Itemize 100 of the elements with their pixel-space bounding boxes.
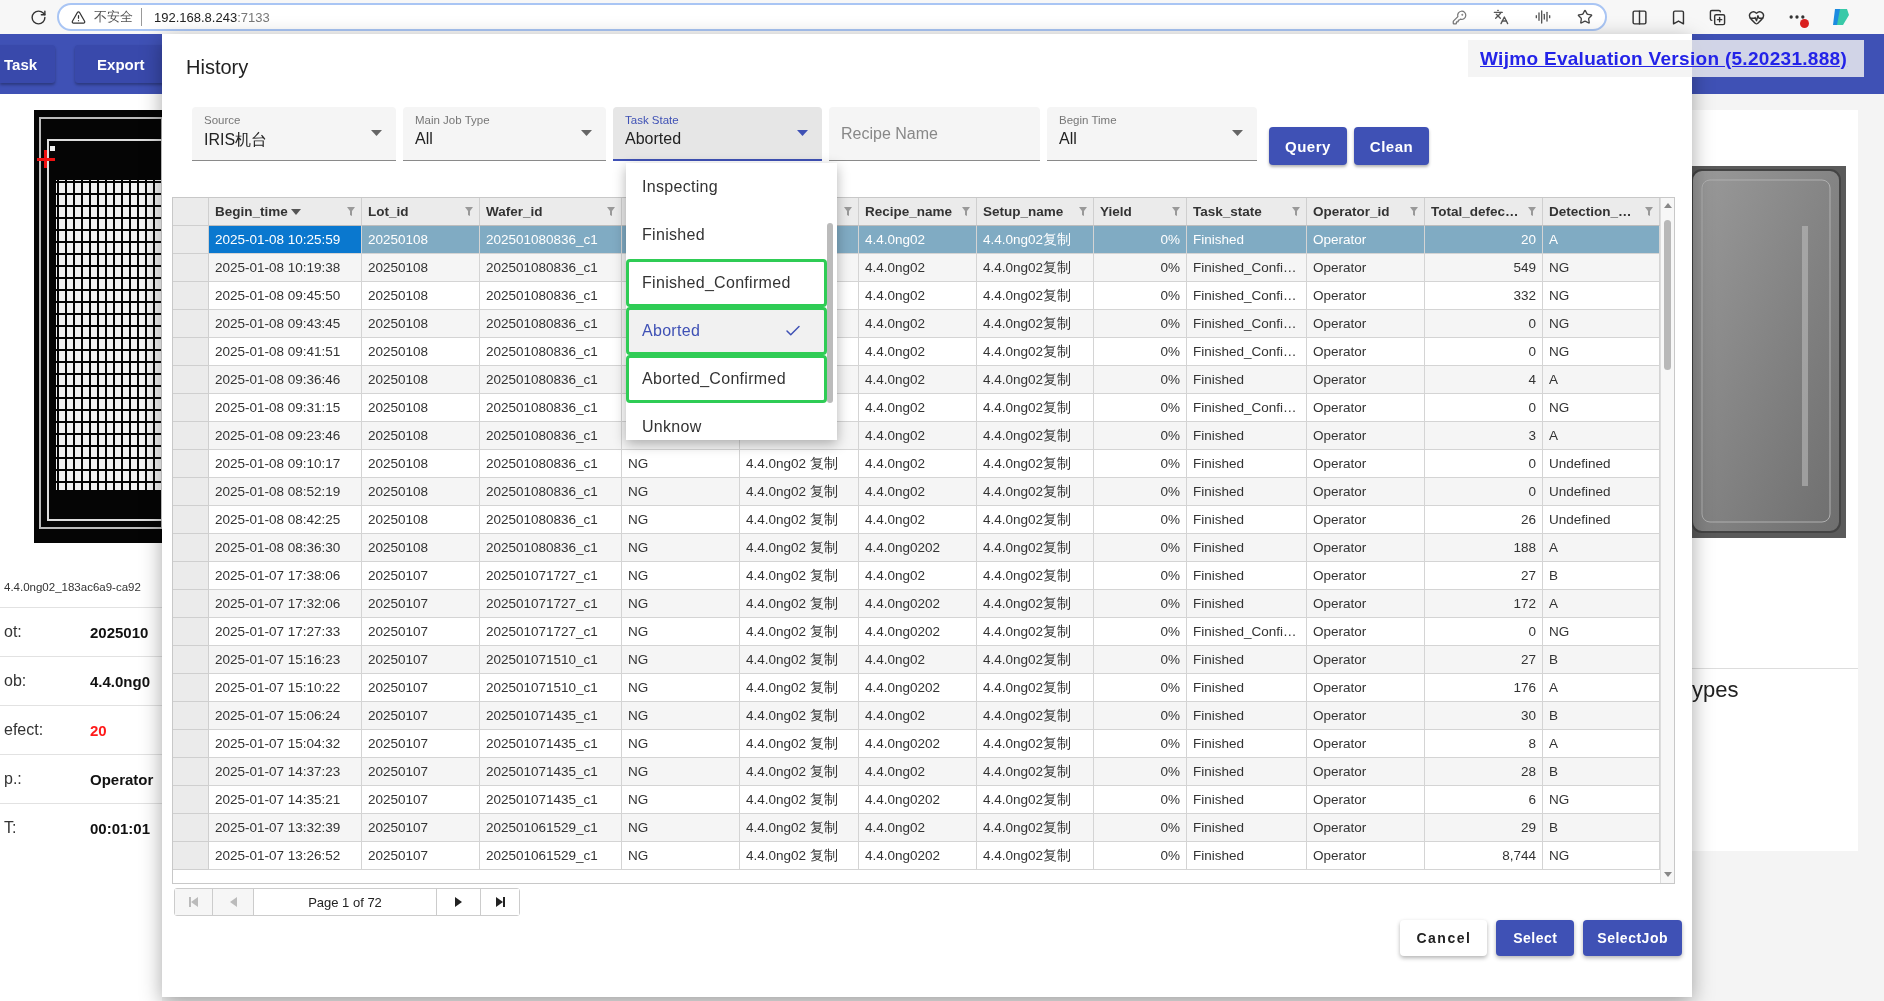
row-header[interactable] xyxy=(173,646,209,674)
table-cell: 4.4.0ng02 复制 xyxy=(740,730,859,758)
row-header[interactable] xyxy=(173,702,209,730)
header-button[interactable]: Task xyxy=(0,45,56,83)
column-header[interactable]: Task_state xyxy=(1187,198,1307,226)
table-cell: 202501061529_c1 xyxy=(480,842,622,870)
table-cell: Operator xyxy=(1307,506,1425,534)
filter-icon[interactable] xyxy=(1292,207,1300,216)
column-header[interactable]: Operator_id xyxy=(1307,198,1425,226)
copilot-icon[interactable] xyxy=(1831,7,1851,27)
dropdown-field[interactable]: Source IRIS机台 xyxy=(192,107,396,161)
star-icon[interactable] xyxy=(1577,9,1593,25)
filter-icon[interactable] xyxy=(1645,207,1653,216)
column-header[interactable]: Setup_name xyxy=(977,198,1094,226)
scroll-up-icon[interactable] xyxy=(1664,203,1672,208)
row-header[interactable] xyxy=(173,338,209,366)
table-cell: Finished xyxy=(1187,702,1307,730)
table-cell: 0% xyxy=(1094,562,1187,590)
row-header[interactable] xyxy=(173,842,209,870)
read-aloud-icon[interactable] xyxy=(1535,9,1551,25)
column-header[interactable]: Yield xyxy=(1094,198,1187,226)
menu-option[interactable]: Inspecting xyxy=(626,163,827,211)
column-header[interactable]: Begin_time xyxy=(209,198,362,226)
heart-pulse-icon[interactable] xyxy=(1748,8,1765,26)
filter-icon[interactable] xyxy=(962,207,970,216)
row-header[interactable] xyxy=(173,282,209,310)
collections-icon[interactable] xyxy=(1709,8,1726,26)
table-cell: 2025-01-07 17:27:33 xyxy=(209,618,362,646)
filter-icon[interactable] xyxy=(465,207,473,216)
row-header[interactable] xyxy=(173,226,209,254)
row-header[interactable] xyxy=(173,674,209,702)
dialog-button[interactable]: Cancel xyxy=(1400,920,1488,956)
filter-icon[interactable] xyxy=(844,207,852,216)
row-header[interactable] xyxy=(173,618,209,646)
row-header[interactable] xyxy=(173,534,209,562)
table-cell: Operator xyxy=(1307,534,1425,562)
filter-icon[interactable] xyxy=(347,207,355,216)
column-header[interactable]: Lot_id xyxy=(362,198,480,226)
filter-icon[interactable] xyxy=(1172,207,1180,216)
table-cell: 4.4.0ng02 xyxy=(859,646,977,674)
table-cell: 8,744 xyxy=(1425,842,1543,870)
table-cell: 332 xyxy=(1425,282,1543,310)
address-bar[interactable]: 不安全 192.168.8.243:7133 xyxy=(57,3,1607,31)
dropdown-field[interactable]: Main Job Type All xyxy=(403,107,606,161)
dialog-button[interactable]: SelectJob xyxy=(1583,920,1682,956)
row-header[interactable] xyxy=(173,590,209,618)
column-header[interactable]: Wafer_id xyxy=(480,198,622,226)
table-cell: 20250107 xyxy=(362,758,480,786)
row-header[interactable] xyxy=(173,450,209,478)
filter-icon[interactable] xyxy=(607,207,615,216)
row-header[interactable] xyxy=(173,786,209,814)
key-icon[interactable] xyxy=(1452,9,1467,25)
row-header[interactable] xyxy=(173,422,209,450)
row-header[interactable] xyxy=(173,506,209,534)
table-cell: 20250108 xyxy=(362,282,480,310)
split-screen-icon[interactable] xyxy=(1631,8,1648,26)
action-button[interactable]: Query xyxy=(1269,127,1347,165)
table-cell: 202501071510_c1 xyxy=(480,646,622,674)
dialog-button[interactable]: Select xyxy=(1496,920,1575,956)
row-header[interactable] xyxy=(173,394,209,422)
dropdown-field[interactable]: Begin Time All xyxy=(1047,107,1257,161)
menu-option[interactable]: Finished_Confirmed xyxy=(626,259,827,307)
menu-option[interactable]: Unknow xyxy=(626,403,827,440)
table-cell: NG xyxy=(622,758,740,786)
row-header[interactable] xyxy=(173,562,209,590)
column-header[interactable]: Recipe_name xyxy=(859,198,977,226)
reload-icon[interactable] xyxy=(30,8,47,26)
table-cell: 4.4.0ng02 xyxy=(859,758,977,786)
bookmark-icon[interactable] xyxy=(1670,8,1687,26)
row-header[interactable] xyxy=(173,310,209,338)
action-button[interactable]: Clean xyxy=(1353,127,1430,165)
filter-icon[interactable] xyxy=(1079,207,1087,216)
table-cell: 20250107 xyxy=(362,674,480,702)
menu-option[interactable]: Aborted xyxy=(626,307,827,355)
row-header[interactable] xyxy=(173,814,209,842)
filter-icon[interactable] xyxy=(1410,207,1418,216)
table-cell: 28 xyxy=(1425,758,1543,786)
row-header[interactable] xyxy=(173,730,209,758)
row-header[interactable] xyxy=(173,366,209,394)
filter-icon[interactable] xyxy=(1528,207,1536,216)
scroll-thumb[interactable] xyxy=(1664,220,1671,370)
table-cell: 2025-01-08 09:23:46 xyxy=(209,422,362,450)
translate-icon[interactable] xyxy=(1493,9,1509,25)
scroll-down-icon[interactable] xyxy=(1664,872,1672,877)
table-cell: 4.4.0ng0202 xyxy=(859,730,977,758)
dropdown-field[interactable]: Task State Aborted xyxy=(613,107,822,161)
column-header[interactable]: Detection_… xyxy=(1543,198,1660,226)
scroll-thumb[interactable] xyxy=(827,223,833,403)
column-header[interactable]: Total_defec… xyxy=(1425,198,1543,226)
row-header[interactable] xyxy=(173,758,209,786)
evaluation-link[interactable]: Wijmo Evaluation Version (5.20231.888) xyxy=(1480,47,1848,70)
text-field[interactable]: Recipe Name xyxy=(829,107,1040,161)
table-cell: 202501071727_c1 xyxy=(480,590,622,618)
table-cell: 4.4.0ng02 xyxy=(859,254,977,282)
table-cell: 4.4.0ng02 复制 xyxy=(740,506,859,534)
menu-option[interactable]: Aborted_Confirmed xyxy=(626,355,827,403)
scrollbar[interactable] xyxy=(1660,198,1674,883)
row-header[interactable] xyxy=(173,478,209,506)
table-cell: 0% xyxy=(1094,758,1187,786)
row-header[interactable] xyxy=(173,254,209,282)
